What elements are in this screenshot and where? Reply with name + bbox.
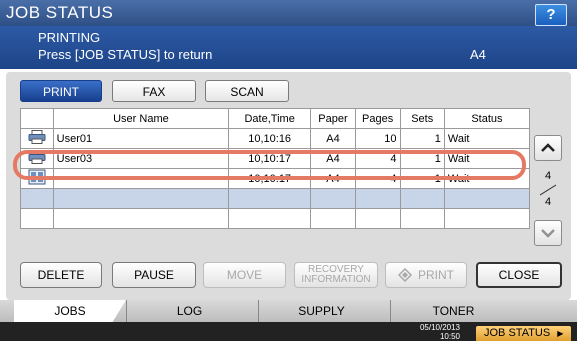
move-button[interactable]: MOVE [203, 262, 286, 288]
header-icon-col [20, 108, 54, 129]
scroll-up-button[interactable] [534, 135, 562, 161]
chevron-up-icon [541, 143, 555, 152]
header-pages: Pages [354, 108, 401, 129]
empty-row [20, 208, 531, 229]
clock: 05/10/2013 10:50 [400, 323, 460, 341]
paper-size-label: A4 [470, 47, 486, 62]
table-header-row: User Name Date,Time Paper Pages Sets Sta… [20, 108, 531, 129]
title-bar: JOB STATUS ? [0, 0, 577, 26]
tab-print[interactable]: PRINT [20, 80, 102, 102]
print-button[interactable]: PRINT [385, 262, 467, 288]
bottom-tab-bar: JOBS LOG SUPPLY TONER [0, 300, 577, 322]
status-bar: 05/10/2013 10:50 JOB STATUS ▶ [0, 322, 577, 341]
print-label: PRINT [418, 268, 454, 282]
header-date-time: Date,Time [228, 108, 312, 129]
selected-row-highlight [13, 150, 526, 180]
close-button[interactable]: CLOSE [476, 262, 562, 288]
tab-toner[interactable]: TONER [390, 300, 516, 322]
page-current: 4 [544, 170, 552, 182]
delete-button[interactable]: DELETE [20, 262, 102, 288]
diamond-icon [398, 268, 412, 282]
time-label: 10:50 [439, 332, 460, 341]
instruction-message: Press [JOB STATUS] to return [38, 47, 213, 62]
message-bar: PRINTING Press [JOB STATUS] to return A4 [0, 26, 577, 69]
recovery-information-button[interactable]: RECOVERY INFORMATION [294, 262, 378, 288]
header-user-name: User Name [52, 108, 230, 129]
job-status-screen: JOB STATUS ? PRINTING Press [JOB STATUS]… [0, 0, 577, 341]
tab-scan[interactable]: SCAN [205, 80, 289, 102]
page-title: JOB STATUS [6, 3, 114, 22]
tab-fax[interactable]: FAX [112, 80, 196, 102]
table-row[interactable]: User01 10,10:16 A4 10 1 Wait [20, 128, 531, 149]
sets-cell: 1 [399, 128, 445, 149]
header-status: Status [443, 108, 531, 129]
header-sets: Sets [399, 108, 445, 129]
printer-icon [20, 128, 54, 149]
empty-row [20, 188, 531, 209]
tab-supply[interactable]: SUPPLY [258, 300, 384, 322]
page-total: 4 [544, 196, 552, 208]
pause-button[interactable]: PAUSE [112, 262, 196, 288]
tab-log[interactable]: LOG [126, 300, 252, 322]
help-button[interactable]: ? [535, 4, 567, 26]
status-message: PRINTING [38, 30, 101, 45]
recovery-label-line2: INFORMATION [301, 274, 371, 285]
paper-cell: A4 [310, 128, 356, 149]
pages-cell: 10 [354, 128, 401, 149]
status-cell: Wait [443, 128, 531, 149]
scroll-down-button[interactable] [534, 220, 562, 246]
page-divider-icon [539, 184, 557, 196]
header-paper: Paper [310, 108, 356, 129]
user-name-cell: User01 [52, 128, 230, 149]
tab-jobs[interactable]: JOBS [14, 300, 126, 322]
date-time-cell: 10,10:16 [228, 128, 312, 149]
job-status-indicator[interactable]: JOB STATUS ▶ [476, 326, 571, 341]
arrow-right-icon: ▶ [557, 329, 564, 338]
job-status-label: JOB STATUS [484, 327, 551, 339]
date-label: 05/10/2013 [419, 323, 460, 332]
chevron-down-icon [541, 229, 555, 238]
